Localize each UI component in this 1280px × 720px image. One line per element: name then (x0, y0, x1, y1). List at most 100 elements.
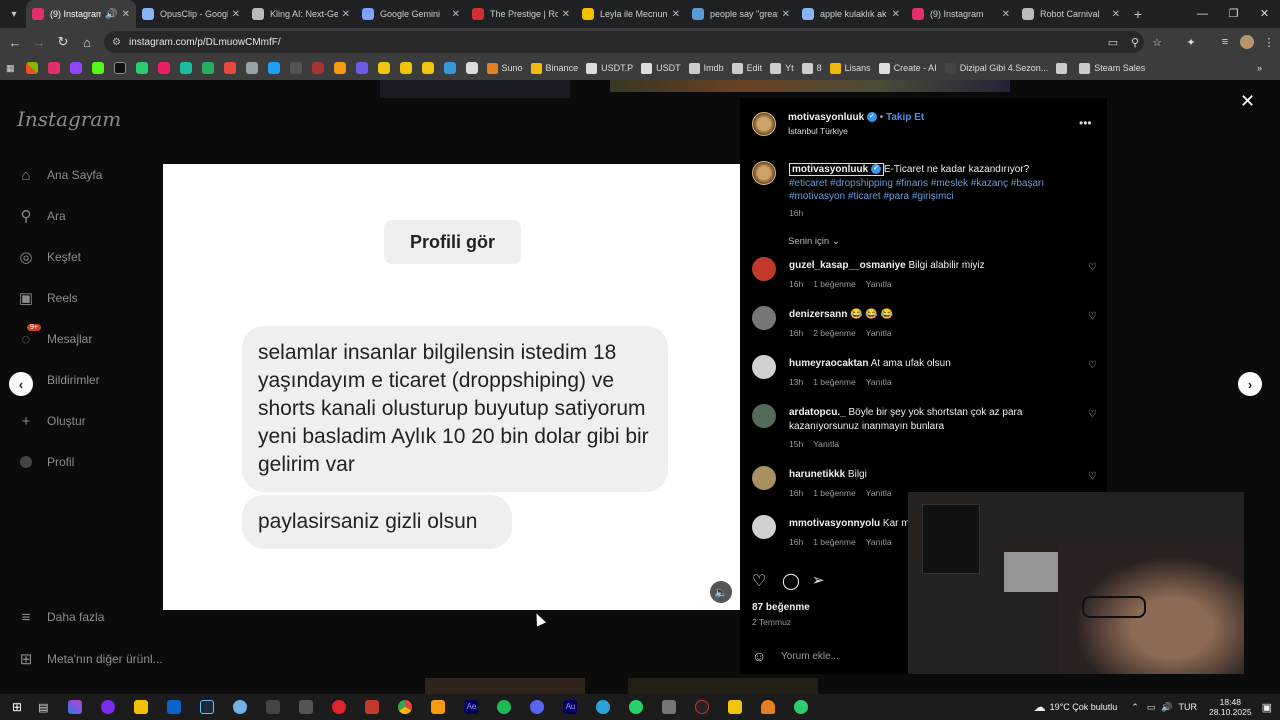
zoom-icon[interactable]: ⚲ (1124, 36, 1146, 49)
bookmark-favicon[interactable] (311, 62, 324, 74)
site-info-icon[interactable]: ⚙ (112, 37, 121, 48)
tab-close-icon[interactable]: ✕ (232, 9, 240, 20)
comment-like-icon[interactable]: ♡ (1088, 409, 1097, 420)
file-explorer-icon[interactable] (134, 700, 149, 714)
forward-button[interactable]: → (27, 35, 51, 50)
app-icon[interactable] (299, 700, 314, 714)
install-app-icon[interactable]: ▭ (1102, 36, 1124, 49)
tab-close-icon[interactable]: ✕ (672, 9, 680, 20)
comment-likes[interactable]: 1 beğenme (813, 488, 856, 498)
nav-search[interactable]: ⚲ Ara (17, 207, 66, 225)
network-icon[interactable]: ▭ (1147, 702, 1156, 713)
comment-username[interactable]: harunetikkk (789, 469, 845, 480)
bookmark-favicon[interactable] (333, 62, 346, 74)
back-button[interactable]: ← (3, 35, 27, 50)
bookmark-favicon[interactable] (223, 62, 236, 74)
tab-close-icon[interactable]: ✕ (1112, 9, 1120, 20)
bookmark-item[interactable]: Create - AI (878, 62, 937, 74)
bookmark-item[interactable]: Binance (530, 62, 578, 74)
comment-sort-dropdown[interactable]: Senin için ⌄ (788, 236, 840, 247)
steam-icon[interactable] (200, 700, 215, 714)
browser-tab[interactable]: apple kulaklık ak ✕ (796, 0, 906, 28)
media-control-icon[interactable]: ≡ (1214, 36, 1236, 48)
epic-games-icon[interactable] (266, 700, 281, 714)
tab-close-icon[interactable]: ✕ (342, 9, 350, 20)
avatar[interactable] (752, 161, 776, 185)
avatar[interactable] (752, 306, 776, 330)
bookmark-star-icon[interactable]: ☆ (1146, 36, 1168, 49)
apps-icon[interactable]: ▦ (6, 63, 15, 74)
bookmark-favicon[interactable] (289, 62, 302, 74)
whatsapp-icon[interactable] (629, 700, 644, 714)
profile-avatar[interactable] (1236, 35, 1258, 49)
nav-profile[interactable]: Profil (17, 453, 74, 471)
browser-tab[interactable]: Robot Carnival ✕ (1016, 0, 1126, 28)
notification-center-icon[interactable]: ▣ (1262, 701, 1272, 714)
comment-username[interactable]: humeyraocaktan (789, 358, 868, 369)
start-icon[interactable]: ⊞ (12, 700, 22, 714)
audition-icon[interactable]: Au (563, 700, 578, 714)
next-post-button[interactable]: › (1238, 372, 1262, 396)
language-indicator[interactable]: TUR (1179, 702, 1198, 712)
close-icon[interactable]: ✕ (1240, 91, 1255, 112)
tab-close-icon[interactable]: ✕ (122, 9, 130, 20)
bookmark-item[interactable]: Suno (486, 62, 523, 74)
bookmark-item[interactable]: Dizipal Gibi 4.Sezon... (944, 62, 1048, 74)
tab-close-icon[interactable]: ✕ (782, 9, 790, 20)
tray-overflow-icon[interactable]: ⌃ (1131, 702, 1139, 713)
reply-button[interactable]: Yanıtla (866, 537, 892, 547)
bookmark-favicon[interactable] (377, 62, 390, 74)
bookmark-item[interactable]: Imdb (688, 62, 724, 74)
avatar[interactable] (752, 404, 776, 428)
opera-icon[interactable] (332, 700, 347, 714)
bookmark-item[interactable]: USDT.P (586, 62, 633, 74)
avatar[interactable] (752, 466, 776, 490)
address-bar[interactable]: ⚙ instagram.com/p/DLmuowCMmfF/ (104, 31, 1144, 53)
browser-tab[interactable]: people say "great ✕ (686, 0, 796, 28)
reply-button[interactable]: Yanıtla (813, 439, 839, 449)
bookmark-favicon[interactable] (113, 62, 126, 74)
reply-button[interactable]: Yanıtla (866, 488, 892, 498)
volume-icon[interactable]: 🔈 (710, 581, 732, 603)
discord-icon[interactable] (530, 700, 545, 714)
bookmark-favicon[interactable] (245, 62, 258, 74)
extensions-icon[interactable]: ✦ (1180, 36, 1202, 49)
nav-explore[interactable]: ◎ Keşfet (17, 248, 81, 266)
comment-likes[interactable]: 1 beğenme (813, 279, 856, 289)
nav-meta[interactable]: ⊞ Meta'nın diğer ürünl... (17, 650, 163, 668)
after-effects-icon[interactable]: Ae (464, 700, 479, 714)
bookmark-item[interactable]: Lisans (829, 62, 871, 74)
avatar[interactable] (752, 355, 776, 379)
bookmark-item[interactable]: Edit (731, 62, 762, 74)
bookmarks-overflow-icon[interactable]: » (1257, 63, 1262, 73)
comment-likes[interactable]: 1 beğenme (813, 377, 856, 387)
app-icon[interactable] (233, 700, 248, 714)
avatar[interactable] (752, 257, 776, 281)
comment-icon[interactable]: ◯ (782, 571, 800, 591)
likes-count[interactable]: 87 beğenme (752, 602, 810, 613)
comment-likes[interactable]: 2 beğenme (813, 328, 856, 338)
bookmark-item[interactable] (1056, 62, 1071, 74)
browser-tab[interactable]: (9) Instagram 🔊 ✕ (26, 0, 136, 28)
bookmark-favicon[interactable] (157, 62, 170, 74)
bookmark-favicon[interactable] (421, 62, 434, 74)
follow-button[interactable]: Takip Et (886, 112, 924, 123)
reply-button[interactable]: Yanıtla (866, 279, 892, 289)
previous-post-button[interactable]: ‹ (9, 372, 33, 396)
outlook-icon[interactable] (167, 700, 182, 714)
bookmark-item[interactable]: 8 (801, 62, 822, 74)
reply-button[interactable]: Yanıtla (866, 328, 892, 338)
nav-reels[interactable]: ▣ Reels (17, 289, 78, 307)
more-options-icon[interactable]: ••• (1079, 116, 1092, 130)
bookmark-favicon[interactable] (267, 62, 280, 74)
nav-more[interactable]: ≡ Daha fazla (17, 608, 105, 626)
new-tab-button[interactable]: + (1126, 6, 1150, 22)
caption-hashtags[interactable]: #eticaret #dropshipping #finans #meslek … (789, 178, 1044, 203)
sticky-notes-icon[interactable] (728, 700, 743, 714)
telegram-icon[interactable] (596, 700, 611, 714)
home-button[interactable]: ⌂ (75, 35, 99, 50)
app-icon[interactable] (761, 700, 776, 714)
caption-username[interactable]: motivasyonluuk ✓ (789, 163, 884, 176)
comment-likes[interactable]: 1 beğenme (813, 537, 856, 547)
comment-like-icon[interactable]: ♡ (1088, 360, 1097, 371)
